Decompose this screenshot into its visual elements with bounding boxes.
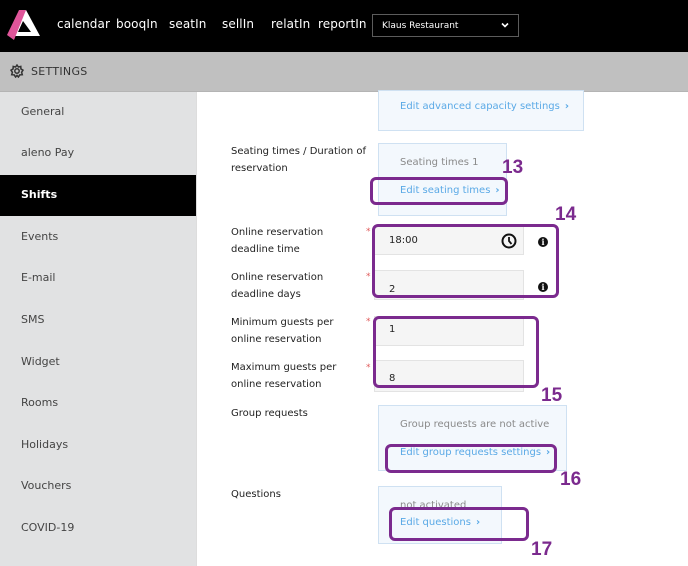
annotation-number-16: 16 — [560, 469, 582, 490]
deadline-days-label: Online reservation deadline days — [231, 272, 324, 300]
min-guests-label: Minimum guests per online reservation — [231, 317, 334, 345]
advanced-capacity-box: Edit advanced capacity settings › — [378, 90, 584, 131]
annotation-number-17: 17 — [531, 539, 553, 560]
sidebar-item-shifts[interactable]: Shifts — [0, 175, 196, 216]
annotation-number-13: 13 — [502, 157, 524, 178]
seating-times-status: Seating times 1 — [400, 157, 479, 168]
aleno-logo-icon[interactable] — [6, 8, 42, 42]
annotation-box-13 — [370, 177, 508, 205]
required-marker: * — [366, 363, 371, 373]
sidebar-item-widget[interactable]: Widget — [0, 342, 196, 383]
annotation-box-17 — [389, 507, 529, 541]
questions-label: Questions — [231, 489, 281, 500]
sidebar-item-label: aleno Pay — [21, 146, 75, 159]
nav-relatin[interactable]: relatIn — [271, 17, 310, 31]
nav-seatin[interactable]: seatIn — [169, 17, 206, 31]
sidebar-item-label: COVID-19 — [21, 521, 75, 534]
sidebar-item-label: Events — [21, 230, 59, 243]
sidebar-item-holidays[interactable]: Holidays — [0, 425, 196, 466]
seating-times-label: Seating times / Duration of reservation — [231, 146, 366, 174]
sidebar-item-covid-19[interactable]: COVID-19 — [0, 508, 196, 549]
group-requests-status: Group requests are not active — [400, 419, 550, 430]
group-requests-label: Group requests — [231, 408, 308, 419]
settings-header: SETTINGS — [0, 52, 688, 92]
annotation-box-14 — [372, 224, 559, 298]
settings-sidebar: General aleno Pay Shifts Events E-mail S… — [0, 92, 196, 566]
sidebar-item-rooms[interactable]: Rooms — [0, 383, 196, 424]
nav-sellin[interactable]: sellIn — [222, 17, 254, 31]
link-label: Edit advanced capacity settings — [400, 101, 560, 112]
venue-select-value: Klaus Restaurant — [382, 20, 459, 31]
chevron-down-icon — [501, 22, 509, 28]
nav-calendar[interactable]: calendar — [57, 17, 110, 31]
sidebar-item-label: Widget — [21, 355, 60, 368]
sidebar-item-general[interactable]: General — [0, 92, 196, 133]
sidebar-item-email[interactable]: E-mail — [0, 258, 196, 299]
annotation-number-14: 14 — [555, 204, 577, 225]
max-guests-label: Maximum guests per online reservation — [231, 362, 337, 390]
settings-title: SETTINGS — [31, 65, 88, 78]
sidebar-item-label: E-mail — [21, 271, 56, 284]
sidebar-item-aleno-pay[interactable]: aleno Pay — [0, 133, 196, 174]
sidebar-item-vouchers[interactable]: Vouchers — [0, 466, 196, 507]
top-navigation-bar: calendar booqIn seatIn sellIn relatIn re… — [0, 0, 688, 52]
sidebar-item-sms[interactable]: SMS — [0, 300, 196, 341]
nav-booqin[interactable]: booqIn — [116, 17, 158, 31]
required-marker: * — [366, 227, 371, 237]
sidebar-item-events[interactable]: Events — [0, 217, 196, 258]
deadline-time-label: Online reservation deadline time — [231, 227, 324, 255]
annotation-box-16 — [385, 444, 557, 473]
annotation-number-15: 15 — [541, 385, 563, 406]
gear-icon — [10, 64, 24, 78]
edit-advanced-capacity-link[interactable]: Edit advanced capacity settings › — [400, 101, 569, 112]
required-marker: * — [366, 317, 371, 327]
sidebar-item-label: Rooms — [21, 396, 59, 409]
sidebar-item-label: General — [21, 105, 65, 118]
sidebar-item-label: Vouchers — [21, 479, 72, 492]
nav-reportin[interactable]: reportIn — [318, 17, 367, 31]
venue-select[interactable]: Klaus Restaurant — [372, 14, 519, 37]
sidebar-item-label: SMS — [21, 313, 45, 326]
chevron-right-icon: › — [564, 101, 569, 112]
sidebar-item-label: Shifts — [21, 188, 58, 201]
required-marker: * — [366, 272, 371, 282]
sidebar-item-label: Holidays — [21, 438, 69, 451]
annotation-box-15 — [373, 316, 539, 388]
